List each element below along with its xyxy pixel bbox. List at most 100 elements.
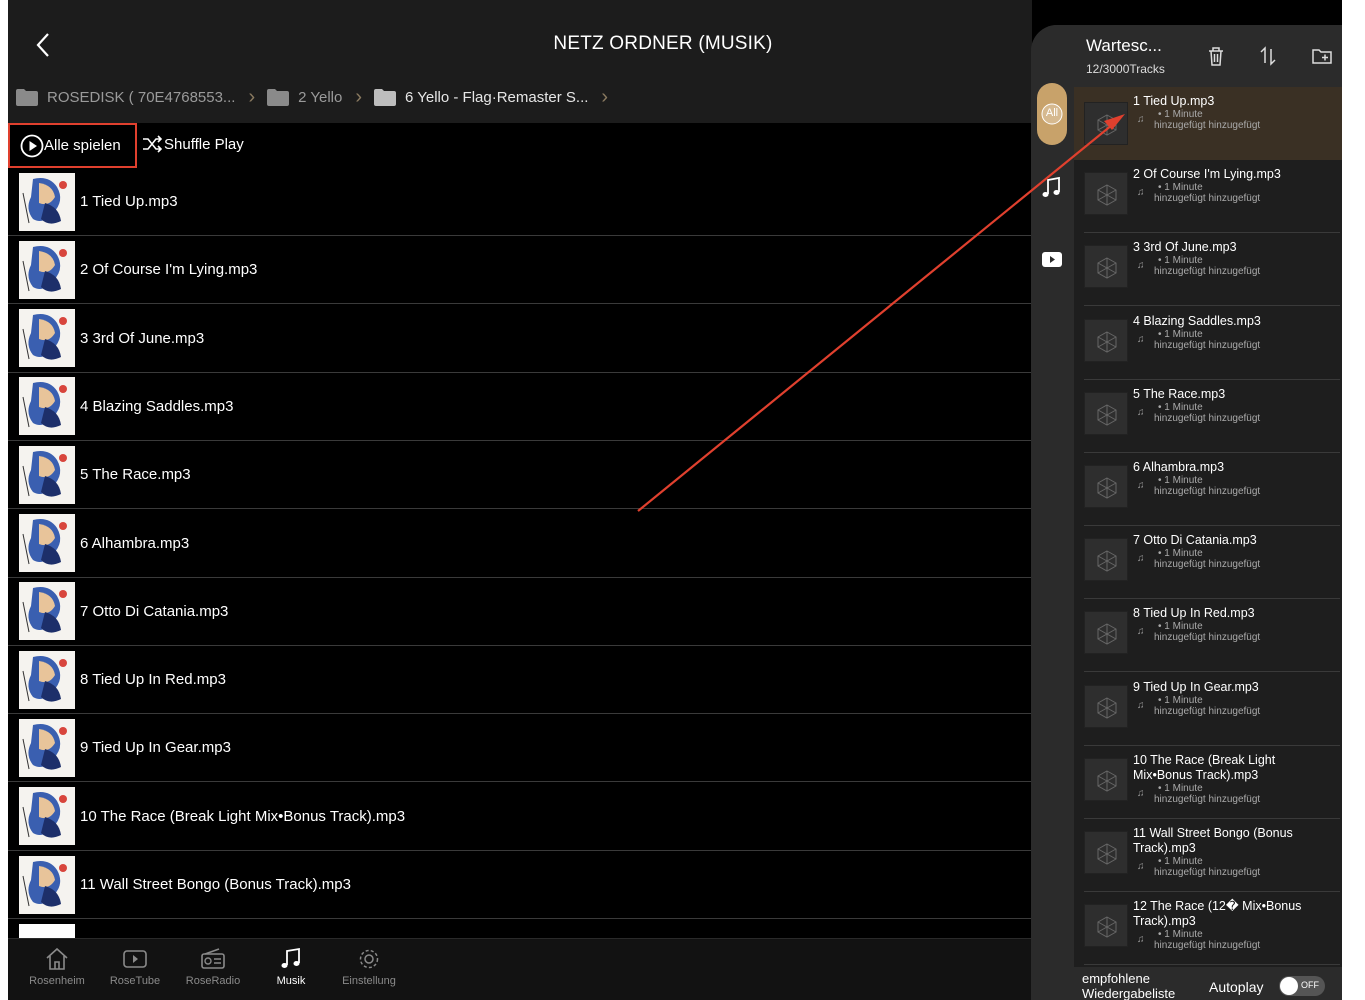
queue-item-duration: • 1 Minute xyxy=(1158,782,1203,794)
queue-item[interactable]: 3 3rd Of June.mp3 ♫ • 1 Minute hinzugefügt … xyxy=(1084,233,1340,307)
queue-item-duration: • 1 Minute xyxy=(1158,475,1203,486)
track-title: 10 The Race (Break Light Mix•Bonus Track… xyxy=(80,807,406,825)
track-title: 8 Tied Up In Red.mp3 xyxy=(80,671,226,689)
toggle-knob xyxy=(1280,977,1298,995)
queue-item-added: hinzugefügt hinzugefügt xyxy=(1154,193,1261,205)
queue-thumbnail xyxy=(1084,684,1128,728)
filter-all-button[interactable]: All xyxy=(1037,83,1067,145)
recommended-playlist-label[interactable]: empfohlene Wiedergabeliste xyxy=(1082,971,1192,1000)
track-row[interactable]: 9 Tied Up In Gear.mp3 xyxy=(8,714,1032,783)
queue-item-added: hinzugefügt hinzugefügt xyxy=(1154,412,1261,424)
filter-music-button[interactable] xyxy=(1037,175,1067,201)
queue-item-title: 11 Wall Street Bongo (Bonus Track).mp3 xyxy=(1133,826,1293,855)
track-row[interactable]: 2 Of Course I'm Lying.mp3 xyxy=(8,236,1032,305)
home-icon xyxy=(46,947,68,970)
music-note-icon: ♫ xyxy=(1137,699,1145,711)
tab-roseradio[interactable]: RoseRadio xyxy=(177,947,249,987)
track-row[interactable]: 3 3rd Of June.mp3 xyxy=(8,305,1032,373)
breadcrumb-label: 2 Yello xyxy=(298,89,343,106)
track-title: 11 Wall Street Bongo (Bonus Track).mp3 xyxy=(80,876,351,893)
queue-item[interactable]: 10 The Race (Break Light Mix•Bonus Track… xyxy=(1084,746,1340,819)
queue-count: 12/3000Tracks xyxy=(1086,62,1165,76)
radio-icon xyxy=(201,948,225,969)
track-title: 9 Tied Up In Gear.mp3 xyxy=(80,739,231,757)
autoplay-state: OFF xyxy=(1301,980,1319,990)
queue-thumbnail xyxy=(1084,391,1128,435)
tablet-screen: NETZ ORDNER (MUSIK) ROSEDISK ( 70E476855… xyxy=(8,0,1342,1000)
breadcrumb-item-yello[interactable]: 2 Yello › xyxy=(267,86,374,109)
music-note-icon: ♫ xyxy=(1137,406,1145,418)
queue-item[interactable]: 2 Of Course I'm Lying.mp3 ♫ • 1 Minute hinz… xyxy=(1084,160,1340,234)
delete-queue-button[interactable] xyxy=(1205,45,1227,67)
shuffle-label: Shuffle Play xyxy=(164,135,244,153)
app-window: NETZ ORDNER (MUSIK) ROSEDISK ( 70E476855… xyxy=(0,0,1365,1000)
queue-item-added: hinzugefügt hinzugefügt xyxy=(1154,705,1261,717)
queue-item-duration: • 1 Minute xyxy=(1158,929,1203,941)
queue-filter-rail: All xyxy=(1031,25,1074,1000)
tab-rosenheim[interactable]: Rosenheim xyxy=(21,947,93,987)
music-note-icon: ♫ xyxy=(1137,114,1145,125)
play-all-button[interactable]: Alle spielen xyxy=(8,123,137,168)
queue-item-title: 3 3rd Of June.mp3 xyxy=(1133,240,1237,255)
track-row[interactable]: 6 Alhambra.mp3 xyxy=(8,510,1032,578)
tab-rosetube[interactable]: RoseTube xyxy=(99,947,171,987)
filter-video-button[interactable] xyxy=(1037,249,1067,271)
tab-musik[interactable]: Musik xyxy=(255,947,327,987)
track-title: 3 3rd Of June.mp3 xyxy=(80,329,205,347)
play-circle-icon xyxy=(20,134,44,157)
queue-item[interactable]: 9 Tied Up In Gear.mp3 ♫ • 1 Minute hinzugef… xyxy=(1084,673,1340,746)
track-row[interactable]: 5 The Race.mp3 xyxy=(8,441,1032,510)
queue-item-duration: • 1 Minute xyxy=(1158,856,1203,867)
queue-title: Wartesc... xyxy=(1086,36,1162,55)
queue-thumbnail xyxy=(1084,831,1128,874)
queue-thumbnail xyxy=(1084,538,1128,582)
folder-icon xyxy=(374,89,396,106)
queue-item-title: 1 Tied Up.mp3 xyxy=(1133,94,1215,108)
tab-label: Musik xyxy=(276,975,306,987)
breadcrumb-item-flag[interactable]: 6 Yello - Flag·Remaster S... › xyxy=(374,86,620,109)
queue-header: Wartesc... 12/3000Tracks xyxy=(1074,25,1342,87)
track-row[interactable]: 10 The Race (Break Light Mix•Bonus Track… xyxy=(8,783,1032,851)
trash-icon xyxy=(1209,47,1223,66)
shuffle-play-button[interactable]: Shuffle Play xyxy=(142,135,244,153)
folder-icon xyxy=(16,89,38,106)
shuffle-icon xyxy=(143,135,163,153)
queue-item[interactable]: 7 Otto Di Catania.mp3 ♫ • 1 Minute hinzugef… xyxy=(1084,526,1340,600)
queue-item[interactable]: 8 Tied Up In Red.mp3 ♫ • 1 Minute hinzugefü… xyxy=(1084,599,1340,673)
track-row[interactable]: 4 Blazing Saddles.mp3 xyxy=(8,373,1032,441)
queue-item-added: hinzugefügt hinzugefügt xyxy=(1154,793,1261,805)
track-row[interactable] xyxy=(8,919,1032,938)
queue-item-title: 6 Alhambra.mp3 xyxy=(1133,460,1225,474)
queue-item[interactable]: 11 Wall Street Bongo (Bonus Track).mp3 ♫ •… xyxy=(1084,819,1340,892)
breadcrumb-label: 6 Yello - Flag·Remaster S... xyxy=(405,89,589,106)
album-art xyxy=(19,582,75,641)
queue-list-area: Wartesc... 12/3000Tracks 1 Tied Up.mp3 ♫ •… xyxy=(1074,25,1342,1000)
queue-thumbnail xyxy=(1084,465,1128,508)
tab-einstellung[interactable]: Einstellung xyxy=(333,947,405,987)
queue-item-title: 8 Tied Up In Red.mp3 xyxy=(1133,606,1255,621)
album-art xyxy=(19,855,75,914)
queue-item[interactable]: 12 The Race (12� Mix•Bonus Track).mp3 ♫ • … xyxy=(1084,892,1340,966)
breadcrumb-item-rosedisk[interactable]: ROSEDISK ( 70E4768553... › xyxy=(16,86,267,109)
music-note-icon: ♫ xyxy=(1137,187,1145,199)
folder-add-icon xyxy=(1312,49,1332,64)
queue-item-current[interactable]: 1 Tied Up.mp3 ♫ • 1 Minute hinzugefügt hinz… xyxy=(1074,87,1342,160)
tab-label: Einstellung xyxy=(342,975,396,987)
queue-item[interactable]: 6 Alhambra.mp3 ♫ • 1 Minute hinzugefügt hin… xyxy=(1084,453,1340,526)
tab-label: Rosenheim xyxy=(29,975,85,987)
add-to-folder-button[interactable] xyxy=(1311,45,1333,67)
track-row[interactable]: 7 Otto Di Catania.mp3 xyxy=(8,578,1032,646)
tab-label: RoseTube xyxy=(109,975,161,987)
bottom-tab-bar: Rosenheim RoseTube RoseRadio Musik Einst… xyxy=(8,938,1032,1000)
queue-item[interactable]: 4 Blazing Saddles.mp3 ♫ • 1 Minute hinzugef… xyxy=(1084,307,1340,380)
autoplay-toggle[interactable]: OFF xyxy=(1279,976,1325,996)
track-title: 1 Tied Up.mp3 xyxy=(80,193,178,210)
album-art xyxy=(19,445,75,504)
track-row[interactable]: 8 Tied Up In Red.mp3 xyxy=(8,646,1032,715)
track-row[interactable]: 11 Wall Street Bongo (Bonus Track).mp3 xyxy=(8,851,1032,919)
track-row[interactable]: 1 Tied Up.mp3 xyxy=(8,168,1032,236)
music-note-icon: ♫ xyxy=(1137,626,1145,638)
queue-item[interactable]: 5 The Race.mp3 ♫ • 1 Minute hinzugefügt hin… xyxy=(1084,380,1340,453)
queue-thumbnail xyxy=(1084,904,1128,948)
reorder-queue-button[interactable] xyxy=(1257,45,1279,67)
